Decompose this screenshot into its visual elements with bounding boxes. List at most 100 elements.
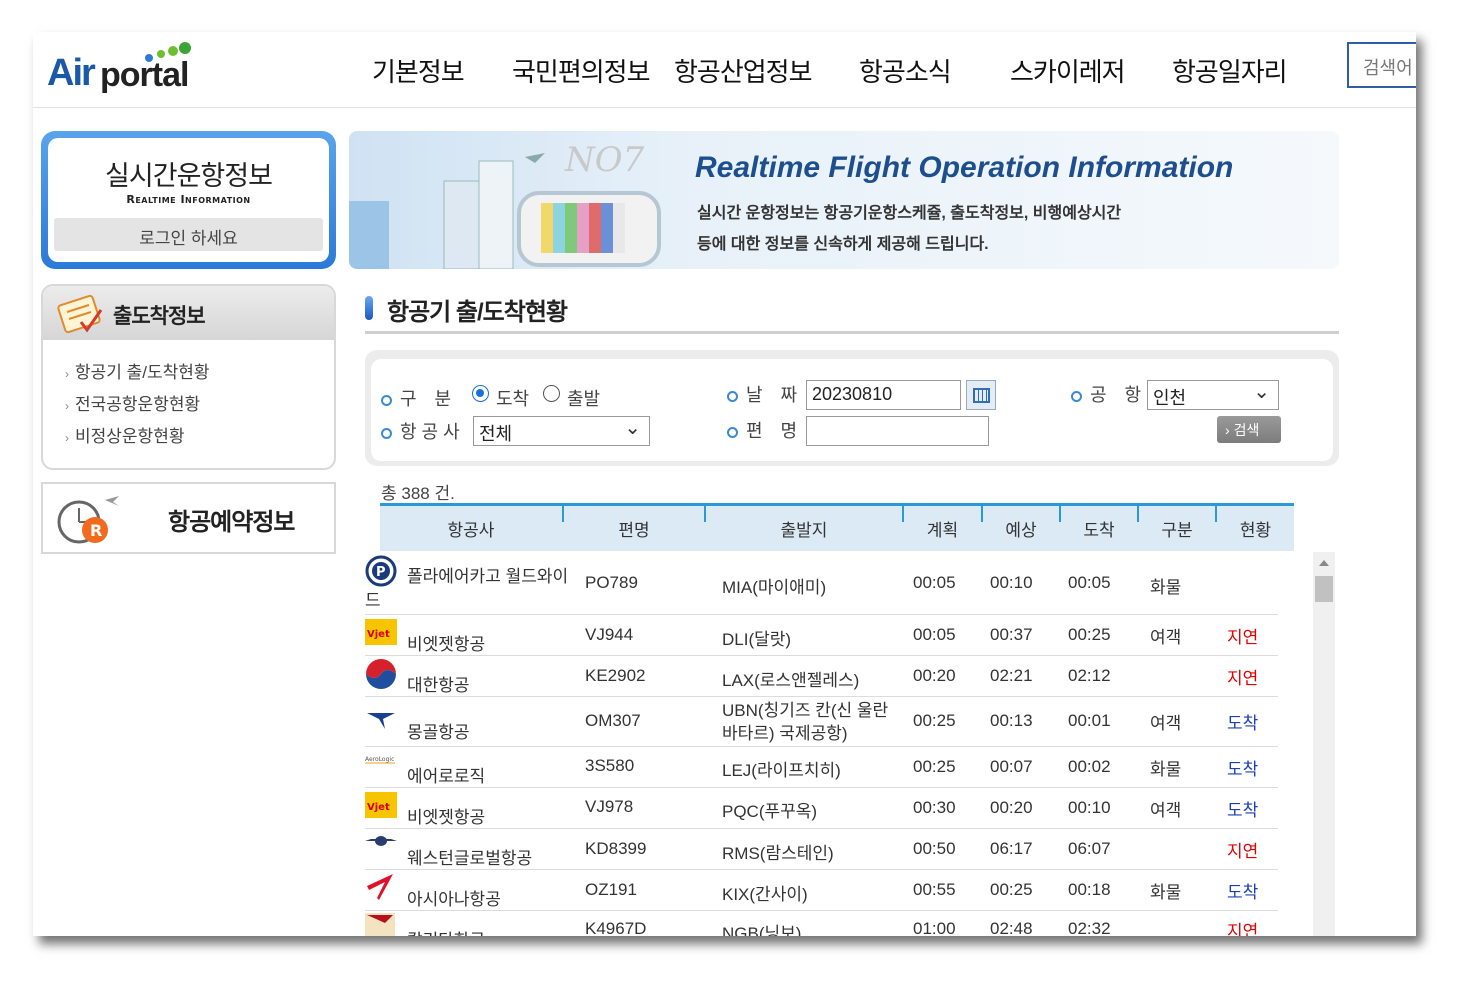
flight-search-form: 구 분 도착 출발 날 짜 20230810 공 항 인천 항 공 사 전체 편… <box>365 350 1339 466</box>
airline-select[interactable]: 전체 <box>473 415 650 446</box>
table-row[interactable]: 아시아나항공 OZ191 KIX(간사이) 00:55 00:25 00:18 … <box>365 870 1278 911</box>
sidebar-link-airport-status[interactable]: 전국공항운항현황 <box>65 390 200 415</box>
svg-text:Vjet: Vjet <box>367 629 390 640</box>
nav-sky-leisure[interactable]: 스카이레저 <box>1010 52 1126 89</box>
heading-bar-icon <box>365 296 373 320</box>
col-arrival: 도착 <box>1083 521 1115 540</box>
table-row[interactable]: 몽골항공 OM307 UBN(칭기즈 칸(신 울란바타르) 국제공항) 00:2… <box>365 697 1278 747</box>
arrival-time: 00:01 <box>1068 711 1111 730</box>
airline-name: 에어로로직 <box>407 767 486 786</box>
table-row[interactable]: 칼리타항공 K4967D NGB(닝보) 01:00 02:48 02:32 지… <box>365 911 1278 936</box>
flight-number: VJ978 <box>585 797 634 816</box>
origin: UBN(칭기즈 칸(신 울란바타르) 국제공항) <box>722 701 889 743</box>
nav-basic-info[interactable]: 기본정보 <box>372 52 465 89</box>
planned-time: 00:50 <box>913 839 956 858</box>
sidebar-link-irregular-status[interactable]: 비정상운항현황 <box>65 422 184 447</box>
flight-number: VJ944 <box>585 625 634 644</box>
flight-status: 지연 <box>1227 842 1259 861</box>
col-expected: 예상 <box>1005 521 1037 540</box>
booking-info-link[interactable]: R 항공예약정보 <box>41 482 336 554</box>
table-scrollbar[interactable] <box>1313 552 1335 936</box>
realtime-subtitle: Realtime Information <box>126 193 251 206</box>
realtime-info-box: 실시간운항정보 Realtime Information 로그인 하세요 <box>41 131 336 269</box>
table-row[interactable]: 웨스턴글로벌항공 KD8399 RMS(람스테인) 00:50 06:17 06… <box>365 829 1278 870</box>
flight-number: 3S580 <box>585 756 635 775</box>
planned-time: 01:00 <box>913 919 956 936</box>
flight-type: 여객 <box>1150 714 1182 733</box>
logo-dot <box>157 50 165 58</box>
realtime-title: 실시간운항정보 <box>105 161 273 191</box>
nav-public-info[interactable]: 국민편의정보 <box>512 52 651 89</box>
banner-description-line2: 등에 대한 정보를 신속하게 제공해 드립니다. <box>697 236 989 253</box>
expected-time: 00:07 <box>990 757 1033 776</box>
airline-name: 아시아나항공 <box>407 890 501 909</box>
browser-page: Air portal 기본정보 국민편의정보 항공산업정보 항공소식 스카이레저… <box>33 32 1416 936</box>
radio-arrival-label[interactable]: 도착 <box>496 385 529 411</box>
nav-industry-info[interactable]: 항공산업정보 <box>674 52 813 89</box>
date-label: 날 짜 <box>727 381 797 407</box>
table-row[interactable]: P 폴라에어카고 월드와이드 PO789 MIA(마이애미) 00:05 00:… <box>365 551 1278 615</box>
airline-name: 비엣젯항공 <box>407 635 486 654</box>
search-button[interactable]: › 검색 <box>1217 416 1281 443</box>
expected-time: 06:17 <box>990 839 1033 858</box>
arrival-time: 00:25 <box>1068 625 1111 644</box>
arrival-time: 00:02 <box>1068 757 1111 776</box>
nav-aviation-jobs[interactable]: 항공일자리 <box>1172 52 1288 89</box>
logo-dot <box>145 54 153 62</box>
flight-no-input[interactable] <box>806 416 989 446</box>
airline-name: 비엣젯항공 <box>407 808 486 827</box>
origin: DLI(달랏) <box>722 630 792 649</box>
calendar-icon[interactable] <box>966 380 996 410</box>
banner-title: Realtime Flight Operation Information <box>695 151 1234 184</box>
sidebar-link-flight-status[interactable]: 항공기 출/도착현황 <box>65 358 210 383</box>
scroll-up-arrow-icon[interactable] <box>1319 560 1329 566</box>
clipboard-check-icon <box>57 294 103 334</box>
planned-time: 00:25 <box>913 757 956 776</box>
origin: NGB(닝보) <box>722 924 802 936</box>
korean-air-logo-icon <box>366 659 396 689</box>
flight-type: 화물 <box>1150 883 1182 902</box>
logo-dot <box>179 42 191 54</box>
table-row[interactable]: Vjet 비엣젯항공 VJ944 DLI(달랏) 00:05 00:37 00:… <box>365 615 1278 656</box>
table-row[interactable]: Vjet 비엣젯항공 VJ978 PQC(푸꾸옥) 00:30 00:20 00… <box>365 788 1278 829</box>
airportal-logo[interactable]: Air portal <box>47 42 191 98</box>
scroll-thumb[interactable] <box>1315 576 1333 602</box>
date-input[interactable]: 20230810 <box>806 380 961 410</box>
airline-select-value: 전체 <box>479 424 513 444</box>
arrival-info-menu: 출도착정보 항공기 출/도착현황 전국공항운항현황 비정상운항현황 <box>41 284 336 470</box>
origin: RMS(람스테인) <box>722 844 834 863</box>
radio-arrival[interactable] <box>472 385 489 402</box>
arrival-menu-header: 출도착정보 <box>43 286 334 340</box>
tv-city-illustration-icon: NO7 <box>349 140 661 269</box>
svg-text:NO7: NO7 <box>564 140 645 180</box>
table-row[interactable]: AeroLogic 에어로로직 3S580 LEJ(라이프치히) 00:25 0… <box>365 747 1278 788</box>
login-button[interactable]: 로그인 하세요 <box>54 218 323 251</box>
arrival-time: 02:32 <box>1068 919 1111 936</box>
site-search-input[interactable]: 검색어 <box>1347 42 1416 88</box>
search-button-label: 검색 <box>1233 422 1260 438</box>
flight-no-label: 편 명 <box>727 417 797 443</box>
flight-type: 여객 <box>1150 628 1182 647</box>
nav-aviation-news[interactable]: 항공소식 <box>859 52 952 89</box>
table-row[interactable]: 대한항공 KE2902 LAX(로스앤젤레스) 00:20 02:21 02:1… <box>365 656 1278 697</box>
mongolian-airlines-logo-icon <box>367 713 395 729</box>
col-status: 현황 <box>1239 521 1272 540</box>
type-label: 구 분 <box>381 385 451 411</box>
radio-departure[interactable] <box>543 385 560 402</box>
airline-name: 칼리타항공 <box>407 926 485 936</box>
expected-time: 02:21 <box>990 666 1033 685</box>
kalitta-logo-icon <box>365 913 395 936</box>
col-airline: 항공사 <box>447 521 495 540</box>
flight-number: OZ191 <box>585 880 637 899</box>
expected-time: 02:48 <box>990 919 1033 936</box>
col-type: 구분 <box>1161 521 1193 540</box>
flight-type: 여객 <box>1150 801 1182 820</box>
flight-status: 지연 <box>1227 628 1259 647</box>
airport-select-value: 인천 <box>1153 388 1187 408</box>
arrival-time: 02:12 <box>1068 666 1111 685</box>
banner-description-line1: 실시간 운항정보는 항공기운항스케쥴, 출도착정보, 비행예상시간 <box>697 205 1122 222</box>
planned-time: 00:30 <box>913 798 956 817</box>
arrival-time: 00:18 <box>1068 880 1111 899</box>
radio-departure-label[interactable]: 출발 <box>567 385 600 411</box>
airport-select[interactable]: 인천 <box>1147 379 1279 410</box>
